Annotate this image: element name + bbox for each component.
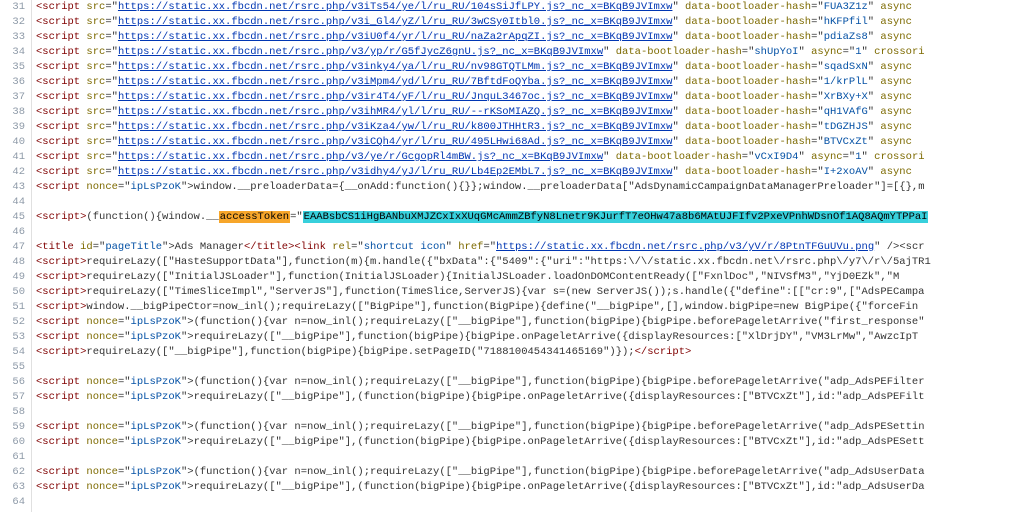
- line-number: 37: [0, 90, 25, 105]
- code-line[interactable]: <script src="https://static.xx.fbcdn.net…: [36, 0, 1024, 15]
- code-line[interactable]: <script>(function(){window.__accessToken…: [36, 210, 1024, 225]
- code-line[interactable]: <script src="https://static.xx.fbcdn.net…: [36, 165, 1024, 180]
- code-line[interactable]: <script src="https://static.xx.fbcdn.net…: [36, 105, 1024, 120]
- script-url[interactable]: https://static.xx.fbcdn.net/rsrc.php/v3i…: [118, 91, 673, 103]
- code-line[interactable]: <script nonce="ipLsPzoK">requireLazy(["_…: [36, 480, 1024, 495]
- code-line[interactable]: <script nonce="ipLsPzoK">requireLazy(["_…: [36, 390, 1024, 405]
- favicon-url[interactable]: https://static.xx.fbcdn.net/rsrc.php/v3/…: [496, 241, 874, 253]
- code-line[interactable]: <title id="pageTitle">Ads Manager</title…: [36, 240, 1024, 255]
- code-line[interactable]: <script nonce="ipLsPzoK">(function(){var…: [36, 420, 1024, 435]
- line-number: 41: [0, 150, 25, 165]
- code-line[interactable]: <script nonce="ipLsPzoK">window.__preloa…: [36, 180, 1024, 195]
- page-title-text: Ads Manager: [175, 241, 244, 253]
- line-number: 60: [0, 435, 25, 450]
- line-number-gutter: 3132333435363738394041424344454647484950…: [0, 0, 32, 512]
- line-number: 48: [0, 255, 25, 270]
- line-number: 31: [0, 0, 25, 15]
- line-number: 62: [0, 465, 25, 480]
- code-line[interactable]: [36, 450, 1024, 465]
- code-line[interactable]: [36, 360, 1024, 375]
- line-number: 54: [0, 345, 25, 360]
- code-line[interactable]: [36, 195, 1024, 210]
- code-line[interactable]: <script src="https://static.xx.fbcdn.net…: [36, 120, 1024, 135]
- code-line[interactable]: <script src="https://static.xx.fbcdn.net…: [36, 30, 1024, 45]
- line-number: 59: [0, 420, 25, 435]
- line-number: 34: [0, 45, 25, 60]
- code-line[interactable]: <script nonce="ipLsPzoK">requireLazy(["_…: [36, 435, 1024, 450]
- line-number: 40: [0, 135, 25, 150]
- script-url[interactable]: https://static.xx.fbcdn.net/rsrc.php/v3/…: [118, 151, 603, 163]
- line-number: 33: [0, 30, 25, 45]
- code-line[interactable]: [36, 225, 1024, 240]
- line-number: 44: [0, 195, 25, 210]
- line-number: 53: [0, 330, 25, 345]
- line-number: 57: [0, 390, 25, 405]
- script-url[interactable]: https://static.xx.fbcdn.net/rsrc.php/v3/…: [118, 46, 603, 58]
- script-url[interactable]: https://static.xx.fbcdn.net/rsrc.php/v3i…: [118, 1, 673, 13]
- code-line[interactable]: [36, 495, 1024, 510]
- line-number: 47: [0, 240, 25, 255]
- script-url[interactable]: https://static.xx.fbcdn.net/rsrc.php/v3i…: [118, 166, 673, 178]
- script-url[interactable]: https://static.xx.fbcdn.net/rsrc.php/v3i…: [118, 61, 673, 73]
- line-number: 35: [0, 60, 25, 75]
- script-url[interactable]: https://static.xx.fbcdn.net/rsrc.php/v3i…: [118, 121, 673, 133]
- code-line[interactable]: <script nonce="ipLsPzoK">(function(){var…: [36, 315, 1024, 330]
- line-number: 42: [0, 165, 25, 180]
- line-number: 49: [0, 270, 25, 285]
- line-number: 51: [0, 300, 25, 315]
- code-line[interactable]: <script>window.__bigPipeCtor=now_inl();r…: [36, 300, 1024, 315]
- code-line[interactable]: <script>requireLazy(["InitialJSLoader"],…: [36, 270, 1024, 285]
- line-number: 63: [0, 480, 25, 495]
- line-number: 56: [0, 375, 25, 390]
- code-line[interactable]: <script>requireLazy(["__bigPipe"],functi…: [36, 345, 1024, 360]
- line-number: 39: [0, 120, 25, 135]
- line-number: 38: [0, 105, 25, 120]
- code-line[interactable]: <script nonce="ipLsPzoK">requireLazy(["_…: [36, 330, 1024, 345]
- line-number: 46: [0, 225, 25, 240]
- line-number: 64: [0, 495, 25, 510]
- code-line[interactable]: <script src="https://static.xx.fbcdn.net…: [36, 150, 1024, 165]
- code-line[interactable]: <script src="https://static.xx.fbcdn.net…: [36, 135, 1024, 150]
- code-line[interactable]: <script>requireLazy(["HasteSupportData"]…: [36, 255, 1024, 270]
- line-number: 55: [0, 360, 25, 375]
- line-number: 32: [0, 15, 25, 30]
- code-line[interactable]: [36, 405, 1024, 420]
- script-url[interactable]: https://static.xx.fbcdn.net/rsrc.php/v3i…: [118, 31, 673, 43]
- code-line[interactable]: <script src="https://static.xx.fbcdn.net…: [36, 15, 1024, 30]
- code-line[interactable]: <script src="https://static.xx.fbcdn.net…: [36, 60, 1024, 75]
- line-number: 43: [0, 180, 25, 195]
- code-line[interactable]: <script src="https://static.xx.fbcdn.net…: [36, 90, 1024, 105]
- script-url[interactable]: https://static.xx.fbcdn.net/rsrc.php/v3i…: [118, 136, 673, 148]
- code-line[interactable]: <script nonce="ipLsPzoK">(function(){var…: [36, 465, 1024, 480]
- script-url[interactable]: https://static.xx.fbcdn.net/rsrc.php/v3i…: [118, 106, 673, 118]
- line-number: 58: [0, 405, 25, 420]
- line-number: 36: [0, 75, 25, 90]
- highlight-access-token-key: accessToken: [219, 211, 290, 223]
- highlight-access-token-value: EAABsbCS1iHgBANbuXMJZCxIxXUqGMcAmmZBfyN8…: [303, 211, 929, 223]
- line-number: 61: [0, 450, 25, 465]
- code-line[interactable]: <script src="https://static.xx.fbcdn.net…: [36, 45, 1024, 60]
- code-line[interactable]: <script>requireLazy(["TimeSliceImpl","Se…: [36, 285, 1024, 300]
- line-number: 50: [0, 285, 25, 300]
- script-url[interactable]: https://static.xx.fbcdn.net/rsrc.php/v3i…: [118, 76, 673, 88]
- line-number: 52: [0, 315, 25, 330]
- script-url[interactable]: https://static.xx.fbcdn.net/rsrc.php/v3i…: [118, 16, 673, 28]
- code-area[interactable]: <script src="https://static.xx.fbcdn.net…: [32, 0, 1024, 512]
- code-line[interactable]: <script nonce="ipLsPzoK">(function(){var…: [36, 375, 1024, 390]
- code-line[interactable]: <script src="https://static.xx.fbcdn.net…: [36, 75, 1024, 90]
- line-number: 45: [0, 210, 25, 225]
